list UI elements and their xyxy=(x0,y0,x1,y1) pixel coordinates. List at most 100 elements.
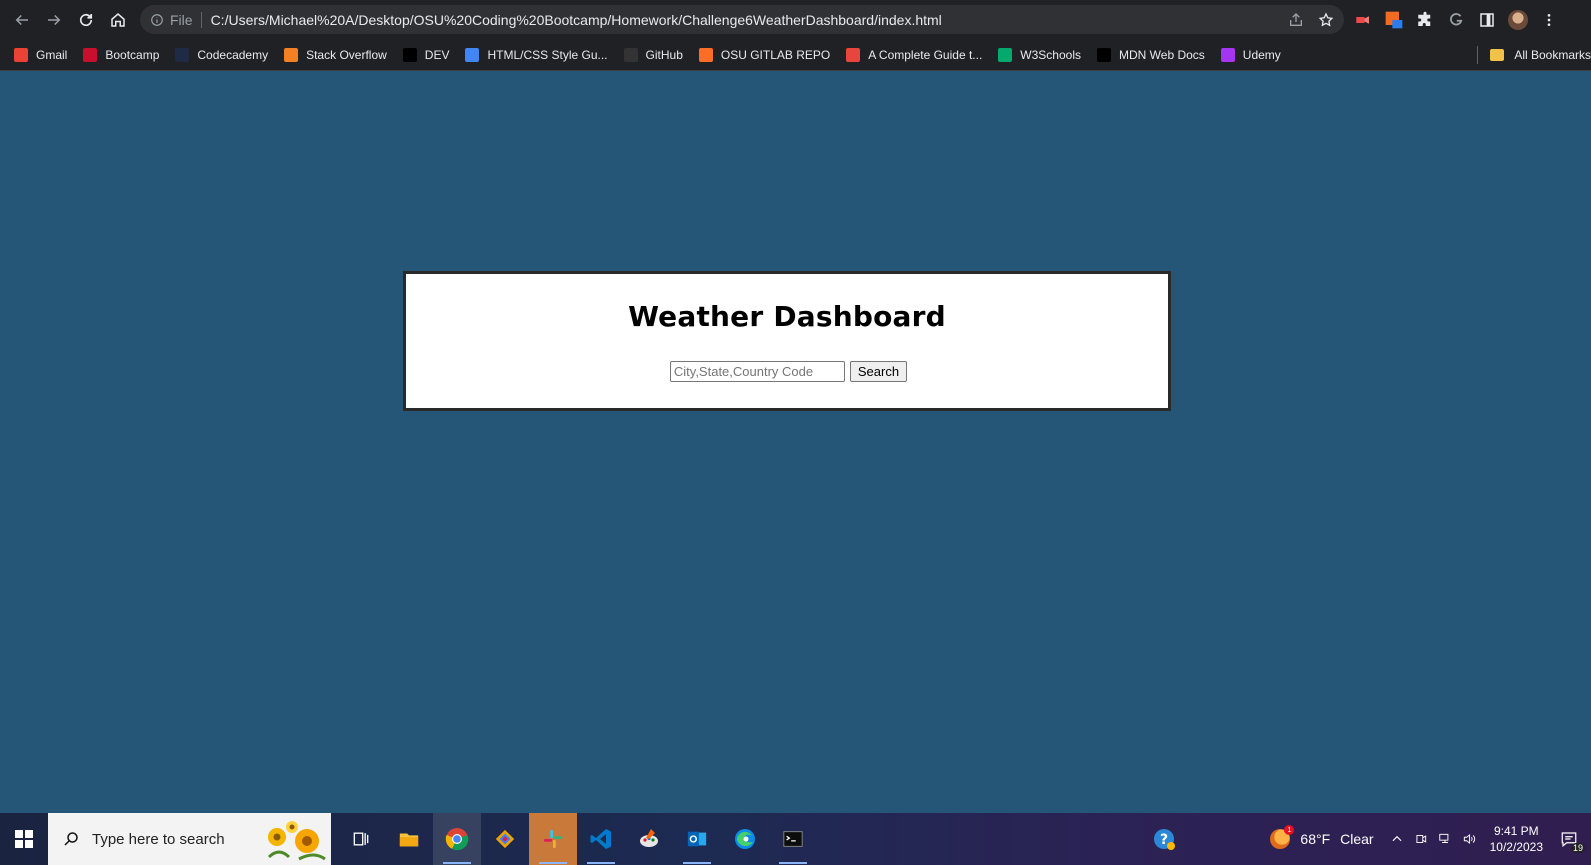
volume-icon[interactable] xyxy=(1462,832,1476,846)
forward-button[interactable] xyxy=(38,4,70,36)
outlook-app[interactable] xyxy=(673,813,721,865)
task-view-button[interactable] xyxy=(337,813,385,865)
dev-icon xyxy=(402,47,417,62)
bookmark-item[interactable]: Codecademy xyxy=(175,43,276,67)
arrow-right-icon xyxy=(48,14,61,25)
back-button[interactable] xyxy=(6,4,38,36)
bookmark-label: DEV xyxy=(424,47,450,62)
bookmark-item[interactable]: OSU GITLAB REPO xyxy=(698,43,838,67)
city-search-input[interactable] xyxy=(669,361,845,382)
weather-dashboard-header: Weather Dashboard Search xyxy=(403,271,1171,411)
info-icon[interactable] xyxy=(150,13,164,27)
edge-app[interactable] xyxy=(721,813,769,865)
browser-menu-button[interactable] xyxy=(1538,9,1560,31)
git-icon xyxy=(495,829,515,849)
bookmark-item[interactable]: W3Schools xyxy=(998,43,1089,67)
search-button[interactable]: Search xyxy=(849,361,908,382)
bookmarks-divider xyxy=(1477,46,1479,64)
search-form: Search xyxy=(406,361,1168,382)
bookmark-label: OSU GITLAB REPO xyxy=(720,47,831,62)
notification-count: 19 xyxy=(1570,843,1585,853)
weather-desc: Clear xyxy=(1340,831,1374,847)
vscode-app[interactable] xyxy=(577,813,625,865)
bootcamp-icon xyxy=(83,47,98,62)
gitlab-icon xyxy=(698,47,713,62)
slack-app[interactable] xyxy=(529,813,577,865)
bookmark-star-icon[interactable] xyxy=(1318,11,1334,28)
taskbar-apps xyxy=(337,813,817,865)
profile-avatar[interactable] xyxy=(1507,9,1529,31)
codecademy-icon xyxy=(175,47,190,62)
bookmarks-bar: Gmail Bootcamp Codecademy Stack Overflow DEV… xyxy=(0,39,1591,71)
terminal-app[interactable] xyxy=(769,813,817,865)
bookmark-label: W3Schools xyxy=(1020,47,1081,62)
git-app[interactable] xyxy=(481,813,529,865)
svg-text:?: ? xyxy=(1160,832,1168,848)
calendar-extension-icon[interactable] xyxy=(1383,9,1405,31)
bookmark-label: A Complete Guide t... xyxy=(868,47,983,62)
chevron-up-icon[interactable] xyxy=(1390,832,1404,846)
chrome-icon xyxy=(445,828,469,851)
bookmark-item[interactable]: GitHub xyxy=(623,43,691,67)
bookmark-item[interactable]: Gmail xyxy=(14,43,75,67)
search-icon xyxy=(64,832,78,846)
udemy-icon xyxy=(1220,47,1235,62)
google-icon xyxy=(465,47,480,62)
css-tricks-icon xyxy=(846,47,861,62)
system-tray: 1 68°F Clear 9:41 PM 10/2/2023 19 xyxy=(1270,813,1591,865)
chrome-app[interactable] xyxy=(433,813,481,865)
weather-badge: 1 xyxy=(1284,825,1295,835)
bookmark-label: Stack Overflow xyxy=(306,47,387,62)
browser-toolbar: File C:/Users/Michael%20A/Desktop/OSU%20… xyxy=(0,0,1591,39)
slack-icon xyxy=(543,829,563,849)
bookmark-label: Bootcamp xyxy=(105,47,160,62)
network-icon[interactable] xyxy=(1438,832,1452,846)
help-icon[interactable]: ? xyxy=(1152,827,1176,851)
extensions-puzzle-icon[interactable] xyxy=(1414,9,1436,31)
bookmark-item[interactable]: HTML/CSS Style Gu... xyxy=(465,43,615,67)
file-explorer-app[interactable] xyxy=(385,813,433,865)
system-clock[interactable]: 9:41 PM 10/2/2023 xyxy=(1490,823,1543,855)
edge-icon xyxy=(735,829,755,849)
url-text[interactable]: C:/Users/Michael%20A/Desktop/OSU%20Codin… xyxy=(211,12,942,28)
weather-widget[interactable]: 1 68°F Clear xyxy=(1270,825,1374,849)
bookmark-item[interactable]: MDN Web Docs xyxy=(1097,43,1213,67)
bookmark-label: HTML/CSS Style Gu... xyxy=(487,47,608,62)
windows-logo-icon xyxy=(15,830,33,848)
bookmark-item[interactable]: Bootcamp xyxy=(83,43,167,67)
clock-date: 10/2/2023 xyxy=(1489,840,1543,854)
gmail-icon xyxy=(14,47,28,62)
home-button[interactable] xyxy=(102,4,134,36)
bookmark-label: Gmail xyxy=(36,47,68,62)
paint-icon xyxy=(640,829,658,847)
taskbar-search-box[interactable]: Type here to search xyxy=(48,813,331,865)
tray-icons xyxy=(1390,832,1476,846)
folder-icon xyxy=(1490,49,1505,61)
all-bookmarks-label: All Bookmarks xyxy=(1514,48,1591,62)
share-icon[interactable] xyxy=(1288,12,1304,28)
taskbar-search-placeholder: Type here to search xyxy=(92,830,225,848)
bookmark-label: MDN Web Docs xyxy=(1119,47,1205,62)
bookmark-label: Codecademy xyxy=(197,47,269,62)
address-bar[interactable]: File C:/Users/Michael%20A/Desktop/OSU%20… xyxy=(140,5,1344,34)
all-bookmarks[interactable]: All Bookmarks xyxy=(1477,39,1591,71)
folder-app-icon xyxy=(399,833,419,847)
grammarly-extension-icon[interactable] xyxy=(1445,9,1467,31)
bookmark-item[interactable]: Udemy xyxy=(1220,43,1289,67)
reload-button[interactable] xyxy=(70,4,102,36)
bookmark-item[interactable]: DEV xyxy=(402,43,458,67)
weather-moon-icon: 1 xyxy=(1270,825,1295,849)
extensions-area xyxy=(1352,4,1560,35)
page-title: Weather Dashboard xyxy=(628,300,946,333)
bookmark-item[interactable]: Stack Overflow xyxy=(284,43,395,67)
bookmark-label: GitHub xyxy=(645,47,683,62)
bookmark-item[interactable]: A Complete Guide t... xyxy=(846,43,990,67)
side-panel-icon[interactable] xyxy=(1476,9,1498,31)
start-button[interactable] xyxy=(0,813,48,865)
meet-now-icon[interactable] xyxy=(1414,832,1428,846)
stackoverflow-icon xyxy=(284,47,299,62)
paint-app[interactable] xyxy=(625,813,673,865)
screen-recorder-extension-icon[interactable] xyxy=(1352,9,1374,31)
address-bar-actions xyxy=(1288,5,1334,34)
notifications-button[interactable]: 19 xyxy=(1557,827,1585,853)
